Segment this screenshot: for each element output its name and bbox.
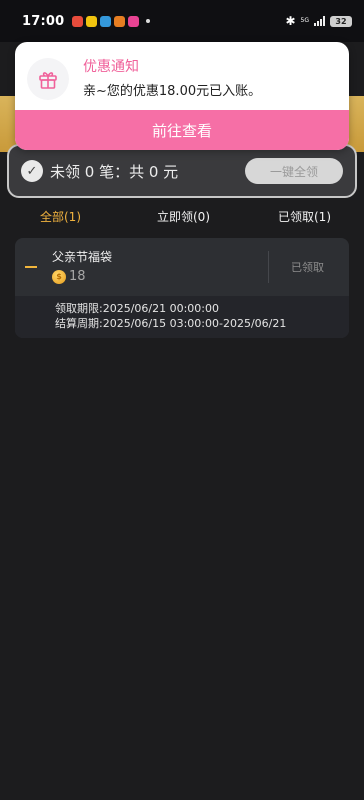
- app-notification-icon: [114, 15, 126, 27]
- app-notification-icon: [128, 15, 140, 27]
- coupon-title: 父亲节福袋: [52, 250, 113, 264]
- divider: [268, 251, 269, 283]
- summary-bar: ✓ 未领 0 笔：共 0 元 一键全领: [7, 144, 357, 198]
- coin-value: 18: [69, 269, 86, 284]
- claim-all-button[interactable]: 一键全领: [245, 158, 343, 184]
- coupon-header: 父亲节福袋 $ 18 已领取: [15, 238, 349, 296]
- status-time: 17:00: [22, 13, 65, 29]
- filter-tabs: 全部(1) 立即领(0) 已领取(1): [0, 204, 364, 228]
- coin-reward: $ 18: [52, 269, 86, 284]
- discount-notification: 优惠通知 亲~您的优惠18.00元已入账。 前往查看: [15, 42, 349, 150]
- notification-body: 亲~您的优惠18.00元已入账。: [83, 84, 262, 99]
- page: 17:00 ✱ 5G 32 ✓ 未领 0 笔：共 0 元 一键全领 全部(1) …: [0, 0, 364, 800]
- app-notification-icon: [72, 15, 84, 27]
- claim-period: 领取期限:2025/06/21 00:00:00: [55, 302, 220, 315]
- network-type: 5G: [300, 17, 309, 24]
- status-indicators: ✱ 5G 32: [285, 14, 352, 28]
- app-notification-icon: [100, 15, 112, 27]
- view-now-button[interactable]: 前往查看: [15, 110, 349, 150]
- status-app-icons: [72, 15, 151, 27]
- battery-icon: 32: [330, 15, 352, 27]
- tab-all[interactable]: 全部(1): [40, 208, 81, 225]
- notification-title: 优惠通知: [83, 59, 139, 75]
- notification-icon-wrap: [27, 58, 69, 100]
- claimed-status: 已领取: [291, 261, 324, 274]
- tab-claim-now[interactable]: 立即领(0): [157, 208, 210, 225]
- bluetooth-icon: ✱: [285, 14, 296, 28]
- coupon-card[interactable]: 父亲节福袋 $ 18 已领取 领取期限:2025/06/21 00:00:00 …: [15, 238, 349, 338]
- coupon-details: 领取期限:2025/06/21 00:00:00 结算周期:2025/06/15…: [15, 296, 349, 338]
- status-bar: 17:00 ✱ 5G 32: [0, 0, 364, 42]
- app-notification-icon: [86, 15, 98, 27]
- collapse-dash-icon: [25, 266, 37, 268]
- settlement-period: 结算周期:2025/06/15 03:00:00-2025/06/21: [55, 317, 287, 330]
- select-all-checkbox[interactable]: ✓: [21, 160, 43, 182]
- signal-icon: [314, 16, 325, 26]
- gift-icon: [39, 72, 57, 89]
- more-notifications-icon: [146, 19, 151, 23]
- tab-claimed[interactable]: 已领取(1): [278, 208, 331, 225]
- coin-icon: $: [52, 269, 66, 284]
- summary-text: 未领 0 笔：共 0 元: [50, 162, 179, 181]
